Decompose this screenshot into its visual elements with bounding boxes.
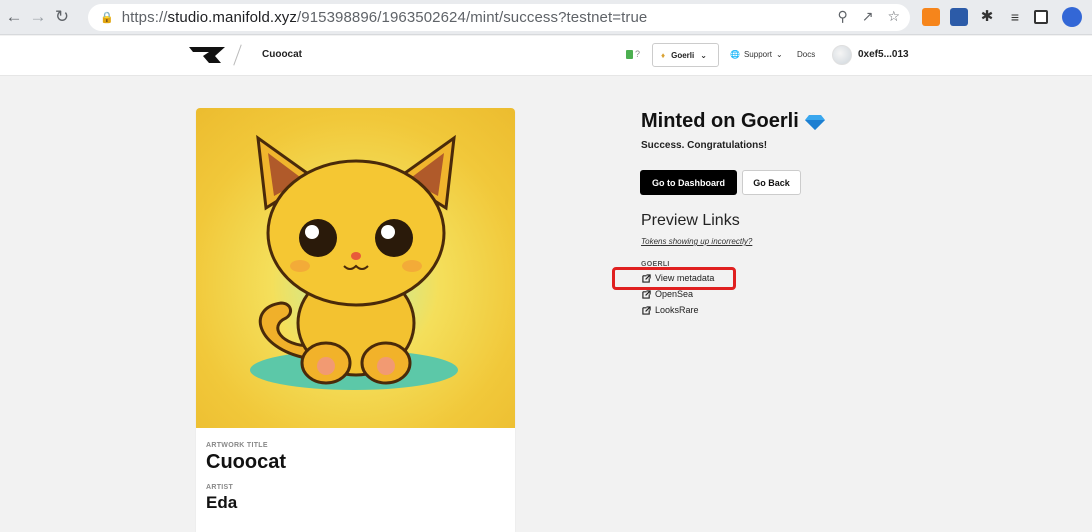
network-select[interactable]: ♦ Goerli ⌄ [652,43,719,67]
profile-icon[interactable] [1062,7,1082,27]
metamask-extension-icon[interactable] [922,8,940,26]
reload-icon[interactable]: ↻ [52,7,72,27]
back-arrow-icon[interactable]: ← [4,7,24,27]
external-link-icon [642,305,651,315]
address-bar[interactable]: 🔒 https://studio.manifold.xyz/915398896/… [88,4,910,31]
cat-illustration [250,134,458,390]
page-title: Minted on Goerli [641,110,799,132]
diamond-icon [804,114,825,130]
artwork-details: ARTWORK TITLE Cuoocat ARTIST Eda [196,428,515,527]
support-menu[interactable]: 🌐 Support ⌄ [730,50,783,59]
go-to-dashboard-button[interactable]: Go to Dashboard [640,170,737,195]
external-link-icon [642,289,651,299]
avatar[interactable] [832,45,852,65]
wallet-address[interactable]: 0xef5...013 [858,49,909,60]
puzzle-extensions-icon[interactable]: ✱ [978,8,996,26]
extension-icon[interactable] [950,8,968,26]
app-header: Cuoocat ? ♦ Goerli ⌄ 🌐 Support ⌄ Docs 0x… [0,36,1092,76]
browser-toolbar: ← → ↻ 🔒 https://studio.manifold.xyz/9153… [0,0,1092,35]
globe-icon: 🌐 [730,50,740,59]
media-playlist-icon[interactable]: ≡ [1006,8,1024,26]
breadcrumb-divider [233,44,242,66]
breadcrumb-contract[interactable]: Cuoocat [262,49,302,60]
chevron-down-icon: ⌄ [776,50,783,59]
zoom-icon[interactable]: ⚲ [837,8,847,25]
go-back-button[interactable]: Go Back [742,170,801,195]
docs-link[interactable]: Docs [797,50,815,59]
mint-heading: Minted on Goerli [641,110,825,133]
annotation-highlight-box [612,267,736,290]
gas-indicator[interactable]: ? [626,49,640,59]
ethereum-icon: ♦ [661,50,666,60]
looksrare-link[interactable]: LooksRare [642,305,699,315]
gas-pump-icon [626,49,633,59]
share-icon[interactable]: ↗ [862,8,874,25]
url-text: https://studio.manifold.xyz/915398896/19… [121,9,648,26]
manifold-logo-icon[interactable] [187,44,227,66]
preview-links-heading: Preview Links [641,212,740,229]
bookmark-star-icon[interactable]: ☆ [887,8,900,25]
artist-name: Eda [206,493,238,512]
artwork-card: ARTWORK TITLE Cuoocat ARTIST Eda [196,108,515,532]
opensea-link[interactable]: OpenSea [642,289,693,299]
forward-arrow-icon[interactable]: → [28,7,48,27]
side-panel-icon[interactable] [1034,10,1048,24]
artist-label: ARTIST [206,484,234,491]
artwork-title: Cuoocat [206,451,286,473]
tokens-help-link[interactable]: Tokens showing up incorrectly? [641,237,752,246]
artwork-image [196,108,515,428]
success-message: Success. Congratulations! [641,140,768,151]
lock-icon: 🔒 [100,12,114,24]
artwork-title-label: ARTWORK TITLE [206,442,268,449]
chevron-down-icon: ⌄ [700,50,707,60]
